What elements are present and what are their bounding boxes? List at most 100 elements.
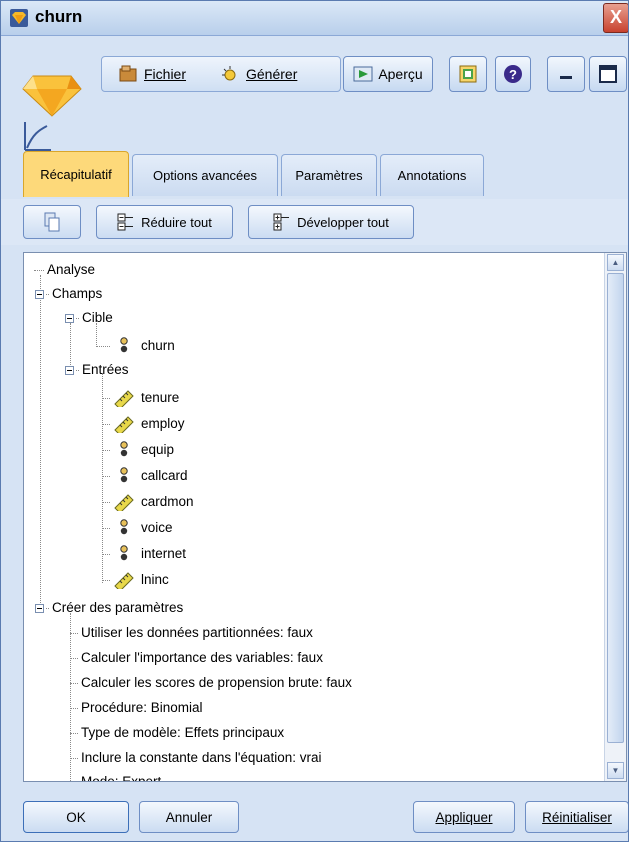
tree-leaf-setting[interactable]: Mode: Expert [70, 771, 162, 782]
minimize-icon [560, 76, 572, 79]
expand-all-button[interactable]: Développer tout [248, 205, 414, 239]
reset-label: Réinitialiser [542, 809, 612, 825]
ruler-icon [114, 494, 134, 511]
tree-leaf-label: Calculer les scores de propension brute:… [81, 675, 352, 690]
tree-node-inputs[interactable]: Entrées [65, 359, 129, 381]
tree-leaf-label: Mode: Expert [81, 774, 162, 782]
svg-text:?: ? [509, 67, 517, 82]
scroll-down-icon[interactable]: ▼ [607, 762, 624, 779]
copy-button[interactable] [23, 205, 81, 239]
tree-node-label: Champs [52, 286, 103, 301]
generate-icon [222, 66, 236, 81]
tree-node-label: Créer des paramètres [52, 600, 184, 615]
help-button[interactable]: ? [495, 56, 531, 92]
vertical-scrollbar[interactable]: ▲ ▼ [604, 253, 626, 781]
maximize-button[interactable] [589, 56, 627, 92]
generate-menu-label: Générer [246, 66, 298, 82]
collapse-all-icon [117, 213, 134, 231]
tree-leaf-setting[interactable]: Procédure: Binomial [70, 697, 203, 719]
tree-node-label: Analyse [47, 262, 96, 277]
scrollbar-thumb[interactable] [607, 273, 624, 743]
tree-leaf-label: Inclure la constante dans l'équation: vr… [81, 750, 322, 765]
model-nugget-icon [22, 75, 82, 151]
collapse-toggle-icon[interactable] [35, 603, 44, 613]
tree-leaf-label: cardmon [141, 494, 194, 509]
tree-node-fields[interactable]: Champs [35, 283, 102, 305]
flag-icon [120, 519, 128, 535]
preview-button[interactable]: Aperçu [343, 56, 433, 92]
minimize-button[interactable] [547, 56, 585, 92]
apply-label: Appliquer [435, 809, 493, 825]
reset-button[interactable]: Réinitialiser [525, 801, 628, 833]
tree-node-analysis[interactable]: Analyse [34, 259, 95, 281]
apply-button[interactable]: Appliquer [413, 801, 515, 833]
tab-settings[interactable]: Paramètres [281, 154, 377, 196]
export-icon [459, 65, 477, 83]
tab-advanced-options[interactable]: Options avancées [132, 154, 278, 196]
tree-leaf-target-field[interactable]: churn [96, 335, 175, 357]
tree-leaf-label: employ [141, 416, 185, 431]
tree-leaf-label: Procédure: Binomial [81, 700, 203, 715]
tree-leaf-input[interactable]: equip [102, 439, 174, 461]
tab-summary[interactable]: Récapitulatif [23, 151, 129, 197]
header-area: Fichier Générer Aperçu ? [1, 36, 628, 151]
flag-icon [120, 467, 128, 483]
collapse-toggle-icon[interactable] [65, 313, 74, 323]
tree-leaf-label: Calculer l'importance des variables: fau… [81, 650, 323, 665]
scroll-up-icon[interactable]: ▲ [607, 254, 624, 271]
diamond-node-icon [10, 9, 28, 27]
flag-icon [120, 545, 128, 561]
tree-leaf-label: equip [141, 442, 175, 457]
tree-node-target[interactable]: Cible [65, 307, 113, 329]
preview-label: Aperçu [378, 66, 423, 82]
collapse-all-label: Réduire tout [141, 214, 212, 230]
tree-leaf-label: Utiliser les données partitionnées: faux [81, 625, 313, 640]
flag-icon [120, 337, 128, 353]
tree-leaf-setting[interactable]: Type de modèle: Effets principaux [70, 722, 284, 744]
tree-leaf-setting[interactable]: Utiliser les données partitionnées: faux [70, 622, 313, 644]
tree-leaf-label: churn [141, 338, 175, 353]
tree-leaf-input[interactable]: internet [102, 543, 186, 565]
tree-leaf-input[interactable]: lninc [102, 569, 169, 591]
tab-strip: Récapitulatif Options avancées Paramètre… [1, 151, 628, 200]
summary-tree: Analyse Champs Cible churn Entrées tenur… [24, 253, 604, 781]
tree-leaf-setting[interactable]: Inclure la constante dans l'équation: vr… [70, 747, 321, 769]
tree-leaf-input[interactable]: tenure [102, 387, 179, 409]
tree-node-label: Entrées [82, 362, 129, 377]
expand-all-label: Développer tout [297, 214, 389, 230]
file-menu-label: Fichier [144, 66, 187, 82]
model-window: churn X Fichier Générer Aperçu ? Récapit… [0, 0, 629, 842]
tree-node-label: Cible [82, 310, 113, 325]
collapse-toggle-icon[interactable] [35, 289, 44, 299]
summary-tree-panel[interactable]: Analyse Champs Cible churn Entrées tenur… [23, 252, 627, 782]
tab-annotations[interactable]: Annotations [380, 154, 484, 196]
ruler-icon [114, 390, 134, 407]
flag-icon [120, 441, 128, 457]
title-bar[interactable]: churn X [1, 1, 628, 36]
expand-all-icon [273, 213, 290, 231]
tree-leaf-label: voice [141, 520, 173, 535]
ruler-icon [114, 572, 134, 589]
file-menu[interactable]: Fichier [118, 65, 186, 83]
tree-leaf-label: callcard [141, 468, 188, 483]
tree-leaf-input[interactable]: callcard [102, 465, 188, 487]
copy-icon [44, 212, 60, 232]
export-button[interactable] [449, 56, 487, 92]
tree-connector [40, 275, 41, 613]
tree-leaf-setting[interactable]: Calculer l'importance des variables: fau… [70, 647, 323, 669]
tree-node-build-settings[interactable]: Créer des paramètres [35, 597, 183, 619]
cancel-button[interactable]: Annuler [139, 801, 239, 833]
summary-toolbar: Réduire tout Développer tout [1, 199, 628, 245]
ok-button[interactable]: OK [23, 801, 129, 833]
tree-leaf-input[interactable]: employ [102, 413, 185, 435]
collapse-all-button[interactable]: Réduire tout [96, 205, 233, 239]
tree-leaf-input[interactable]: cardmon [102, 491, 194, 513]
collapse-toggle-icon[interactable] [65, 365, 74, 375]
window-title: churn [35, 7, 83, 26]
tree-leaf-setting[interactable]: Calculer les scores de propension brute:… [70, 672, 352, 694]
tree-leaf-input[interactable]: voice [102, 517, 173, 539]
tree-leaf-label: lninc [141, 572, 169, 587]
close-button[interactable]: X [603, 3, 628, 33]
generate-menu[interactable]: Générer [220, 65, 297, 83]
maximize-icon [599, 65, 617, 83]
